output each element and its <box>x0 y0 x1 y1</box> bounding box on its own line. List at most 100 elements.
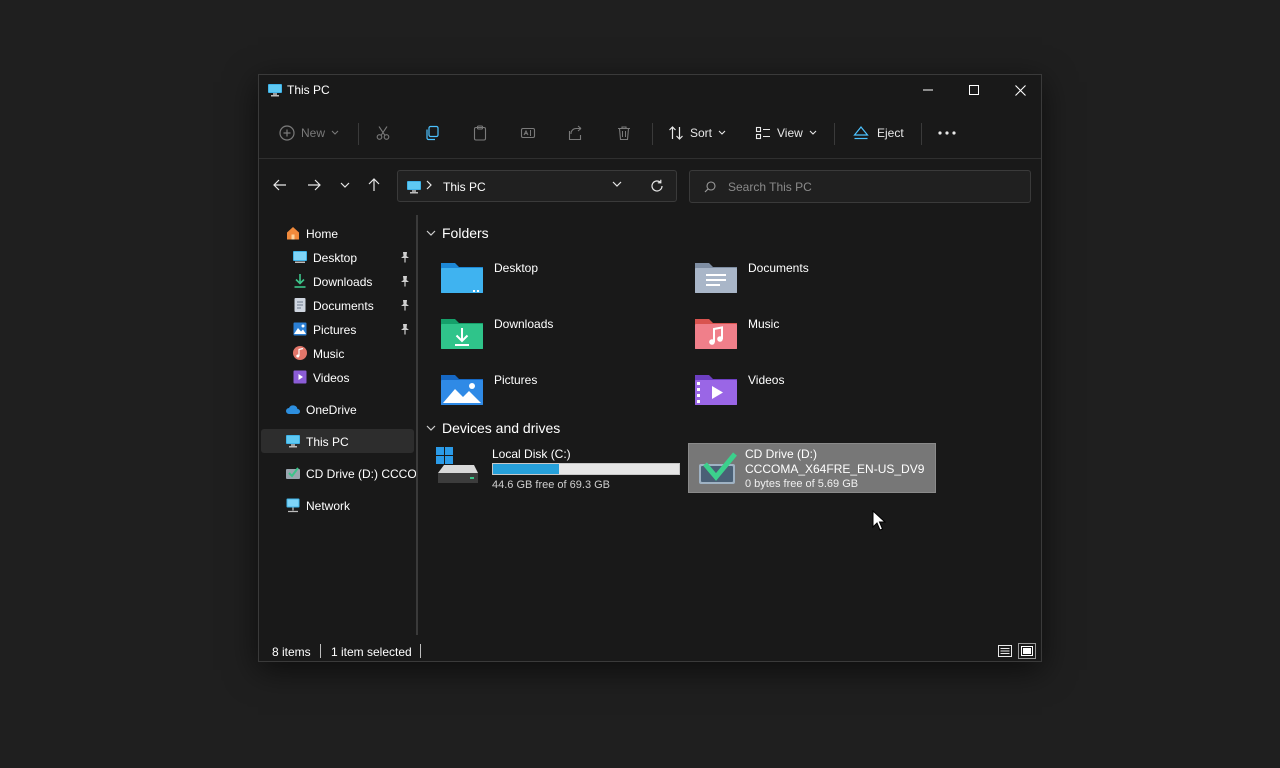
pin-icon[interactable] <box>400 251 410 263</box>
desktop-icon <box>293 251 307 263</box>
scissors-icon <box>376 126 390 140</box>
folder-name: Desktop <box>494 261 539 275</box>
drives-section-header[interactable]: Devices and drives <box>426 420 560 436</box>
search-icon <box>704 181 716 193</box>
view-list-icon <box>755 126 770 140</box>
drive-tile-local-disk[interactable]: Local Disk (C:) 44.6 GB free of 69.3 GB <box>426 443 680 493</box>
folder-tile-downloads[interactable]: Downloads <box>426 311 676 363</box>
details-view-button[interactable] <box>996 643 1014 659</box>
folder-tile-videos[interactable]: Videos <box>680 367 930 419</box>
paste-button[interactable] <box>472 119 488 147</box>
plus-circle-icon <box>279 125 295 141</box>
sidebar-item-this-pc[interactable]: This PC <box>261 429 414 453</box>
recent-locations-button[interactable] <box>331 173 359 197</box>
close-icon <box>1014 84 1026 96</box>
status-separator <box>420 644 421 658</box>
folders-section-header[interactable]: Folders <box>426 225 489 241</box>
music-icon <box>293 346 307 360</box>
up-button[interactable] <box>360 173 388 197</box>
status-separator <box>320 644 321 658</box>
minimize-icon <box>923 89 933 91</box>
command-bar: New Sort View Eject <box>259 111 1041 155</box>
section-title: Folders <box>442 225 489 241</box>
cd-drive-icon <box>699 452 737 484</box>
rename-button[interactable] <box>520 119 536 147</box>
drive-volume-label: CCCOMA_X64FRE_EN-US_DV9 <box>745 462 925 476</box>
minimize-button[interactable] <box>905 75 951 105</box>
sidebar-item-downloads[interactable]: Downloads <box>261 269 414 293</box>
cut-button[interactable] <box>375 119 391 147</box>
drive-tile-cd-drive[interactable]: CD Drive (D:) CCCOMA_X64FRE_EN-US_DV9 0 … <box>688 443 936 493</box>
folder-tile-music[interactable]: Music <box>680 311 930 363</box>
pictures-icon <box>293 322 307 336</box>
sidebar-item-network[interactable]: Network <box>261 493 414 517</box>
sidebar-item-cd-drive[interactable]: CD Drive (D:) CCCOMA_X64FRE_EN-US_DV9 <box>261 461 416 485</box>
navigation-pane-splitter[interactable] <box>416 215 418 635</box>
cloud-icon <box>286 405 300 414</box>
share-icon <box>568 125 582 141</box>
sort-button[interactable]: Sort <box>668 119 726 147</box>
drive-name: CD Drive (D:) <box>745 447 817 461</box>
details-view-icon <box>998 645 1012 657</box>
view-button[interactable]: View <box>755 119 817 147</box>
forward-button[interactable] <box>300 173 328 197</box>
music-folder-icon <box>695 319 737 349</box>
chevron-right-icon <box>426 180 432 190</box>
sidebar-item-documents[interactable]: Documents <box>261 293 414 317</box>
status-bar: 8 items 1 item selected <box>259 641 1041 663</box>
toolbar-separator <box>652 123 653 145</box>
title-bar: This PC <box>259 75 1041 105</box>
section-title: Devices and drives <box>442 420 561 436</box>
tiles-view-button[interactable] <box>1018 643 1036 659</box>
sidebar-item-label: CD Drive (D:) CCCOMA_X64FRE_EN-US_DV9 <box>306 467 416 481</box>
chevron-down-icon <box>340 182 350 188</box>
search-input[interactable] <box>728 178 1018 196</box>
sidebar-item-home[interactable]: Home <box>261 221 414 245</box>
sidebar-item-pictures[interactable]: Pictures <box>261 317 414 341</box>
folder-tile-documents[interactable]: Documents <box>680 255 930 307</box>
this-pc-icon <box>268 84 282 97</box>
address-path[interactable]: This PC <box>443 180 486 194</box>
trash-icon <box>618 126 630 141</box>
eject-button[interactable]: Eject <box>853 119 904 147</box>
chevron-down-icon[interactable] <box>612 181 622 187</box>
sidebar-item-desktop[interactable]: Desktop <box>261 245 414 269</box>
folder-tile-desktop[interactable]: Desktop <box>426 255 676 307</box>
arrow-right-icon <box>308 179 321 191</box>
selection-count: 1 item selected <box>331 645 412 659</box>
maximize-button[interactable] <box>951 75 997 105</box>
address-bar[interactable]: This PC <box>397 170 677 202</box>
content-pane: Folders Desktop Documents Downloads Musi… <box>422 215 1032 645</box>
sidebar-item-onedrive[interactable]: OneDrive <box>261 397 414 421</box>
this-pc-icon <box>407 181 421 194</box>
maximize-icon <box>969 85 979 95</box>
search-box[interactable] <box>689 170 1031 203</box>
more-icon <box>938 131 956 135</box>
sidebar-item-label: Music <box>313 347 345 361</box>
share-button[interactable] <box>568 119 584 147</box>
toolbar-separator <box>921 123 922 145</box>
videos-folder-icon <box>695 375 737 405</box>
new-button[interactable]: New <box>279 119 339 147</box>
this-pc-icon <box>286 435 300 448</box>
sidebar-item-label: Documents <box>313 299 374 313</box>
videos-icon <box>293 370 307 384</box>
folder-name: Documents <box>748 261 809 275</box>
folder-tile-pictures[interactable]: Pictures <box>426 367 676 419</box>
refresh-icon[interactable] <box>650 179 664 193</box>
pin-icon[interactable] <box>400 275 410 287</box>
more-options-button[interactable] <box>937 119 957 147</box>
eject-label: Eject <box>877 126 904 140</box>
chevron-down-icon <box>331 130 339 135</box>
folder-name: Pictures <box>494 373 538 387</box>
back-button[interactable] <box>266 173 294 197</box>
pin-icon[interactable] <box>400 299 410 311</box>
sidebar-item-videos[interactable]: Videos <box>261 365 414 389</box>
pin-icon[interactable] <box>400 323 410 335</box>
close-button[interactable] <box>997 75 1043 105</box>
folder-name: Videos <box>748 373 785 387</box>
sidebar-item-music[interactable]: Music <box>261 341 414 365</box>
delete-button[interactable] <box>616 119 632 147</box>
copy-button[interactable] <box>424 119 440 147</box>
large-icons-view-icon <box>1021 646 1033 656</box>
